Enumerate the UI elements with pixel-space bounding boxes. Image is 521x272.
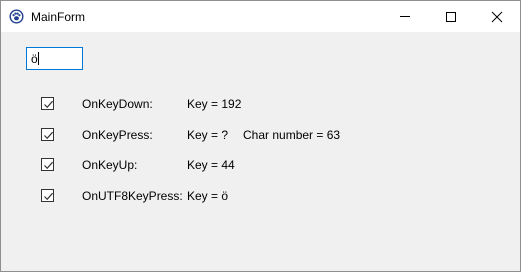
key-input-value: ö <box>31 52 39 66</box>
close-button[interactable] <box>474 1 520 32</box>
main-window: MainForm ö OnKeyDown: Key = 192 OnKeyPre… <box>0 0 521 272</box>
onkeydown-checkbox[interactable] <box>41 97 54 110</box>
minimize-button[interactable] <box>382 1 428 32</box>
event-row-onutf8keypress: OnUTF8KeyPress: Key = ö <box>1 186 520 206</box>
event-row-onkeydown: OnKeyDown: Key = 192 <box>1 94 520 114</box>
event-value: Key = ö <box>187 189 229 203</box>
event-label: OnKeyDown: <box>82 97 153 111</box>
onkeypress-checkbox[interactable] <box>41 128 54 141</box>
window-title: MainForm <box>31 10 86 24</box>
event-label: OnKeyUp: <box>82 158 138 172</box>
event-label: OnUTF8KeyPress: <box>82 189 183 203</box>
event-value: Key = ? <box>187 128 229 142</box>
form-client-area: ö OnKeyDown: Key = 192 OnKeyPress: Key =… <box>1 32 520 271</box>
event-label: OnKeyPress: <box>82 128 153 142</box>
key-input[interactable]: ö <box>26 47 83 70</box>
onkeyup-checkbox[interactable] <box>41 158 54 171</box>
onutf8keypress-checkbox[interactable] <box>41 189 54 202</box>
paw-icon <box>9 9 24 24</box>
title-bar[interactable]: MainForm <box>1 1 520 32</box>
event-value: Key = 44 <box>187 158 235 172</box>
event-row-onkeyup: OnKeyUp: Key = 44 <box>1 155 520 175</box>
event-value: Key = 192 <box>187 97 242 111</box>
text-caret <box>37 52 39 65</box>
char-number-value: Char number = 63 <box>243 128 341 142</box>
event-row-onkeypress: OnKeyPress: Key = ? Char number = 63 <box>1 125 520 145</box>
maximize-button[interactable] <box>428 1 474 32</box>
